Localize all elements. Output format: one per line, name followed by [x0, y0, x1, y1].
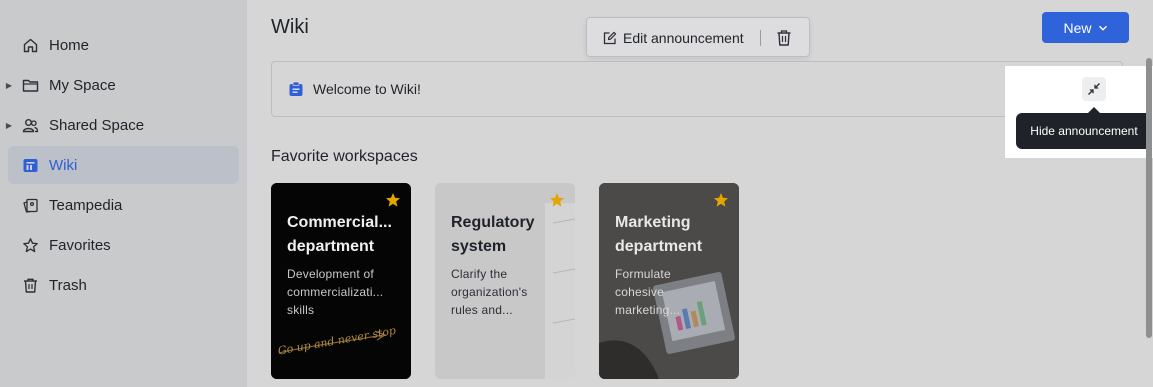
collapse-icon	[1088, 83, 1100, 95]
sidebar-item-label: Favorites	[49, 236, 111, 254]
new-button-label: New	[1063, 19, 1092, 36]
caret-right-icon[interactable]: ▶	[4, 120, 14, 130]
sidebar-item-my-space[interactable]: ▶ My Space	[6, 66, 239, 104]
sidebar-item-wiki[interactable]: Wiki	[8, 146, 239, 184]
sidebar-item-label: Trash	[49, 276, 87, 294]
workspace-card[interactable]: Regulatory system Clarify the organizati…	[435, 183, 575, 379]
star-filled-icon[interactable]	[385, 192, 401, 208]
sidebar-item-favorites[interactable]: Favorites	[8, 226, 239, 264]
trash-icon	[22, 277, 39, 294]
edit-announcement-button[interactable]: Edit announcement	[603, 29, 744, 47]
announcement-text: Welcome to Wiki!	[313, 81, 421, 97]
star-outline-icon	[22, 237, 39, 254]
new-button[interactable]: New	[1042, 12, 1129, 43]
people-icon	[22, 117, 39, 134]
page-title: Wiki	[271, 16, 309, 38]
announcement-toolbar: Edit announcement	[586, 17, 810, 57]
announcement-banner: Welcome to Wiki!	[271, 61, 1123, 117]
favorites-section-title: Favorite workspaces	[271, 148, 418, 165]
toolbar-divider	[760, 30, 761, 46]
workspace-card-description: Formulate cohesive marketing...	[615, 267, 681, 317]
sidebar-item-label: Wiki	[49, 156, 78, 174]
sidebar: Home ▶ My Space ▶ Shared Space Wiki Team…	[0, 0, 247, 387]
star-filled-icon[interactable]	[713, 192, 729, 208]
delete-icon[interactable]	[776, 29, 792, 47]
sidebar-item-label: My Space	[49, 76, 116, 94]
workspace-card-description: Development of commercializati... skills	[287, 267, 384, 317]
chevron-down-icon	[1098, 25, 1107, 31]
announcement-icon	[289, 81, 303, 96]
edit-announcement-label: Edit announcement	[623, 30, 744, 46]
sidebar-item-label: Home	[49, 36, 90, 54]
workspace-card-title: Regulatory system	[451, 214, 535, 255]
workspace-card-title: Commercial... department	[287, 214, 392, 255]
star-filled-icon[interactable]	[549, 192, 565, 208]
sidebar-item-label: Shared Space	[49, 116, 145, 134]
home-icon	[22, 37, 39, 54]
sidebar-item-shared-space[interactable]: ▶ Shared Space	[6, 106, 239, 144]
workspace-card-description: Clarify the organization's rules and...	[451, 267, 528, 317]
folder-icon	[22, 77, 39, 94]
sidebar-item-label: Teampedia	[49, 196, 123, 214]
workspace-card[interactable]: Go up and never stop Commercial... depar…	[271, 183, 411, 379]
caret-right-icon[interactable]: ▶	[4, 80, 14, 90]
hide-announcement-button[interactable]	[1082, 77, 1106, 101]
hide-announcement-tooltip: Hide announcement	[1016, 113, 1152, 149]
teampedia-icon	[22, 197, 39, 214]
sidebar-item-teampedia[interactable]: Teampedia	[8, 186, 239, 224]
sidebar-item-home[interactable]: Home	[8, 26, 239, 64]
workspace-card-title: Marketing department	[615, 214, 703, 255]
scrollbar[interactable]	[1146, 58, 1152, 338]
workspace-card[interactable]: Marketing department Formulate cohesive …	[599, 183, 739, 379]
edit-icon	[603, 31, 617, 45]
sidebar-item-trash[interactable]: Trash	[8, 266, 239, 304]
wiki-icon	[22, 157, 39, 174]
